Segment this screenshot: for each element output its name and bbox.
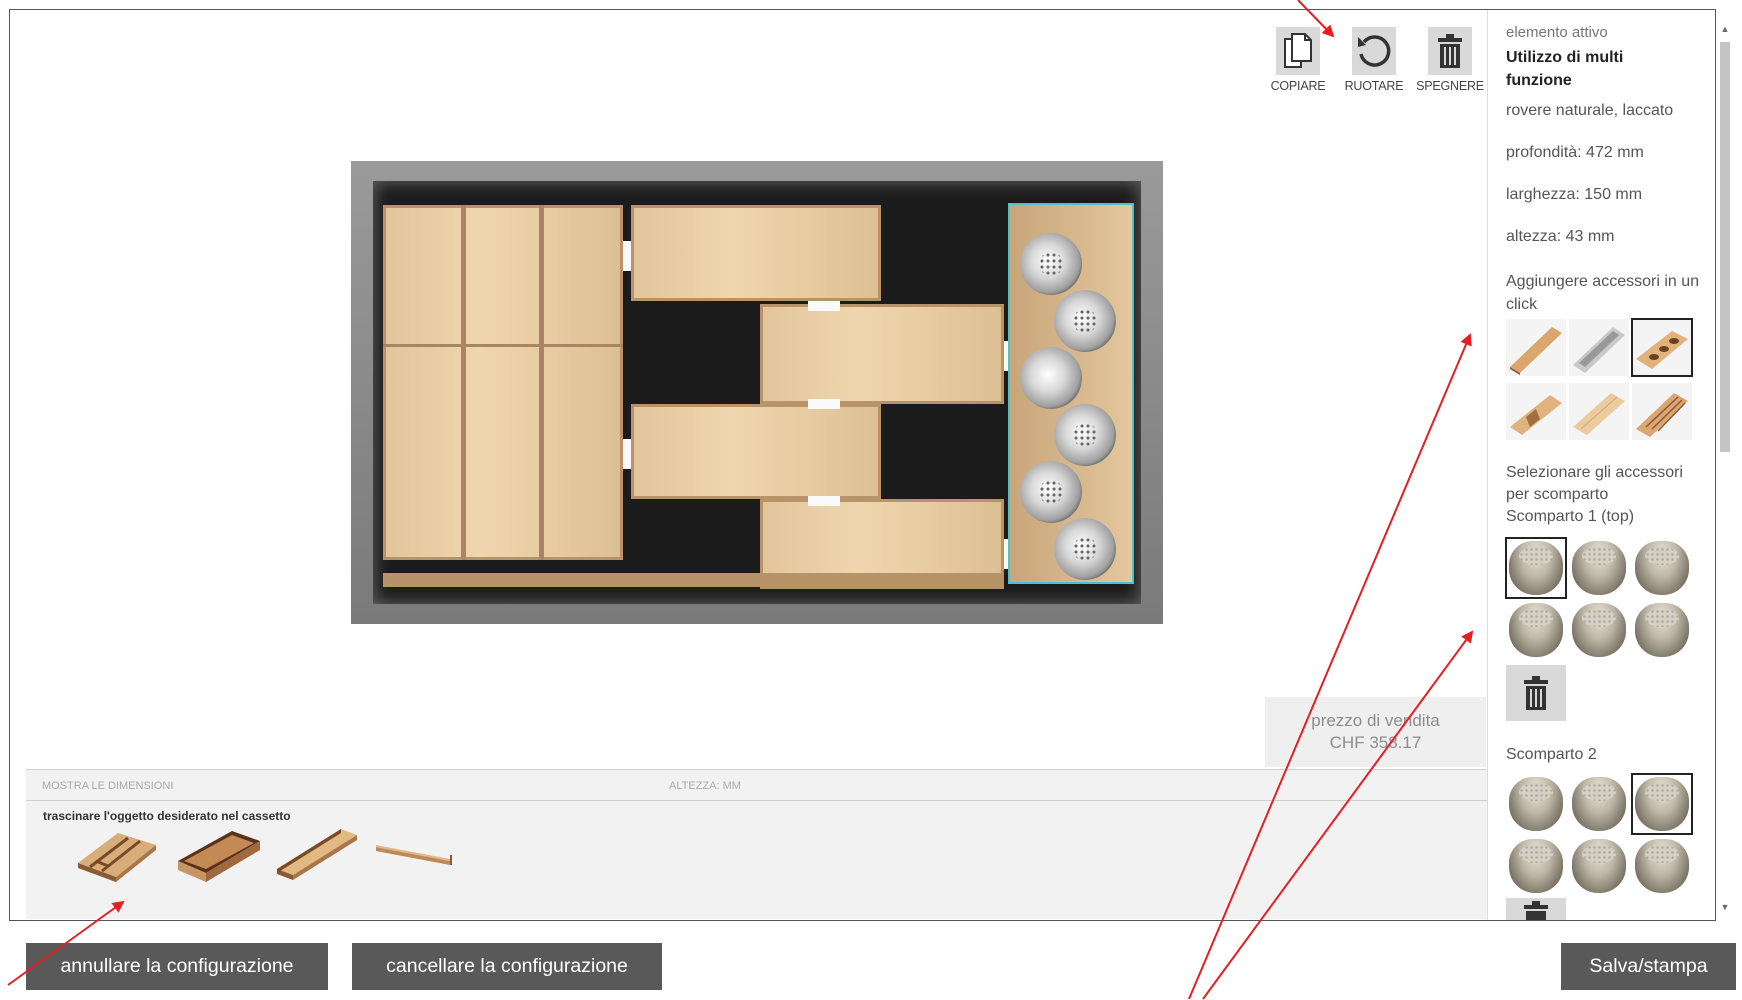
wooden-box-item[interactable] [170, 825, 265, 883]
cup-option-c2-6[interactable] [1632, 836, 1692, 896]
notch [808, 399, 840, 409]
cup-option-c1-2[interactable] [1569, 538, 1629, 598]
accessories-title: Aggiungere accessori in un click [1506, 273, 1700, 313]
depth-text: profondità: 472 mm [1506, 144, 1644, 161]
cup-option-c1-3[interactable] [1632, 538, 1692, 598]
accessory-flat-board-option[interactable] [1569, 383, 1629, 440]
cup-option-c2-3[interactable] [1631, 773, 1693, 835]
compartment1-title: Scomparto 1 (top) [1506, 508, 1635, 525]
cup-option-c2-5[interactable] [1569, 836, 1629, 896]
height-text: altezza: 43 mm [1506, 228, 1615, 245]
compartment1-remove-button[interactable] [1506, 665, 1566, 721]
spice-jar [1020, 233, 1082, 295]
scroll-up-arrow[interactable]: ▲ [1720, 24, 1730, 34]
wooden-box-placed[interactable] [631, 404, 881, 499]
width-text: larghezza: 150 mm [1506, 186, 1643, 203]
compartment2-title: Scomparto 2 [1506, 746, 1597, 763]
spice-jar [1054, 518, 1116, 580]
select-title-line2: per scomparto [1506, 486, 1609, 503]
select-title-line1: Selezionare gli accessori [1506, 464, 1683, 481]
delete-button[interactable]: SPEGNERE [1414, 27, 1486, 93]
select-accessories-title: Selezionare gli accessori per scomparto … [1506, 462, 1683, 528]
object-palette: MOSTRA LE DIMENSIONI ALTEZZA: MM trascin… [26, 769, 1487, 919]
drawer-canvas[interactable] [351, 161, 1163, 624]
spice-jar [1054, 290, 1116, 352]
trash-icon [1524, 676, 1548, 710]
cup-option-c1-6[interactable] [1632, 600, 1692, 660]
accessory-tray-option[interactable] [1506, 319, 1566, 376]
accessory-spice-board-option[interactable] [1631, 318, 1693, 377]
accessory-knife-block-option[interactable] [1632, 383, 1692, 440]
spice-jar [1054, 404, 1116, 466]
rotate-label: RUOTARE [1344, 79, 1404, 93]
trash-icon [1428, 27, 1472, 75]
cup-option-c1-5[interactable] [1569, 600, 1629, 660]
properties-panel: elemento attivo Utilizzo di multi funzio… [1487, 10, 1715, 920]
height-readout: ALTEZZA: MM [669, 780, 741, 792]
copy-icon [1276, 27, 1320, 75]
undo-configuration-button[interactable]: annullare la configurazione [26, 943, 328, 990]
rotate-icon [1352, 27, 1396, 75]
trash-icon [1524, 901, 1548, 920]
show-dimensions-toggle[interactable]: MOSTRA LE DIMENSIONI [42, 780, 173, 792]
compartment2-remove-button[interactable] [1506, 898, 1566, 920]
copy-label: COPIARE [1270, 79, 1326, 93]
multifunction-spice-tray[interactable] [1008, 203, 1134, 584]
notch [808, 301, 840, 311]
cutlery-insert-placed[interactable] [383, 205, 623, 560]
insert-divider [539, 205, 544, 560]
wooden-tray-item[interactable] [271, 825, 366, 883]
notch [808, 496, 840, 506]
accessory-aluminium-option[interactable] [1569, 319, 1629, 376]
copy-button[interactable]: COPIARE [1262, 27, 1334, 93]
cup-option-c1-1[interactable] [1505, 537, 1567, 599]
panel-scrollbar[interactable]: ▲ ▼ [1718, 22, 1732, 920]
rotate-button[interactable]: RUOTARE [1338, 27, 1410, 93]
cup-option-c1-4[interactable] [1506, 600, 1566, 660]
material-text: rovere naturale, laccato [1506, 102, 1674, 119]
cup-option-c2-1[interactable] [1506, 774, 1566, 834]
configurator-screen: COPIARE RUOTARE SPEGNERE prezzo di vendi… [0, 0, 1742, 1000]
cup-option-c2-4[interactable] [1506, 836, 1566, 896]
scroll-down-arrow[interactable]: ▼ [1720, 902, 1730, 912]
price-box: prezzo di vendita CHF 358.17 [1265, 697, 1486, 767]
spice-jar [1020, 461, 1082, 523]
price-value: CHF 358.17 [1329, 733, 1422, 752]
empty-space [635, 304, 760, 404]
cutlery-insert-item[interactable] [68, 825, 163, 883]
drawer-interior [373, 181, 1141, 604]
spice-jar [1020, 347, 1082, 409]
scroll-thumb[interactable] [1720, 42, 1730, 452]
palette-hint: trascinare l'oggetto desiderato nel cass… [43, 809, 291, 823]
insert-divider [383, 344, 623, 347]
cup-option-c2-2[interactable] [1569, 774, 1629, 834]
delete-label: SPEGNERE [1416, 79, 1484, 93]
wooden-box-placed[interactable] [631, 205, 881, 301]
save-print-button[interactable]: Salva/stampa [1561, 943, 1736, 990]
clear-configuration-button[interactable]: cancellare la configurazione [352, 943, 662, 990]
element-toolbar: COPIARE RUOTARE SPEGNERE [1262, 27, 1486, 93]
insert-divider [461, 205, 466, 560]
wooden-box-placed[interactable] [760, 304, 1004, 404]
price-label: prezzo di vendita [1311, 711, 1440, 730]
accessory-divider-option[interactable] [1506, 383, 1566, 440]
insert-rail [383, 573, 1004, 587]
empty-space [881, 404, 1004, 499]
active-element-label: elemento attivo [1506, 24, 1608, 41]
divider-strip-item[interactable] [372, 825, 467, 883]
dimension-bar: MOSTRA LE DIMENSIONI ALTEZZA: MM [26, 769, 1487, 801]
active-element-name: Utilizzo di multi funzione [1506, 49, 1624, 89]
